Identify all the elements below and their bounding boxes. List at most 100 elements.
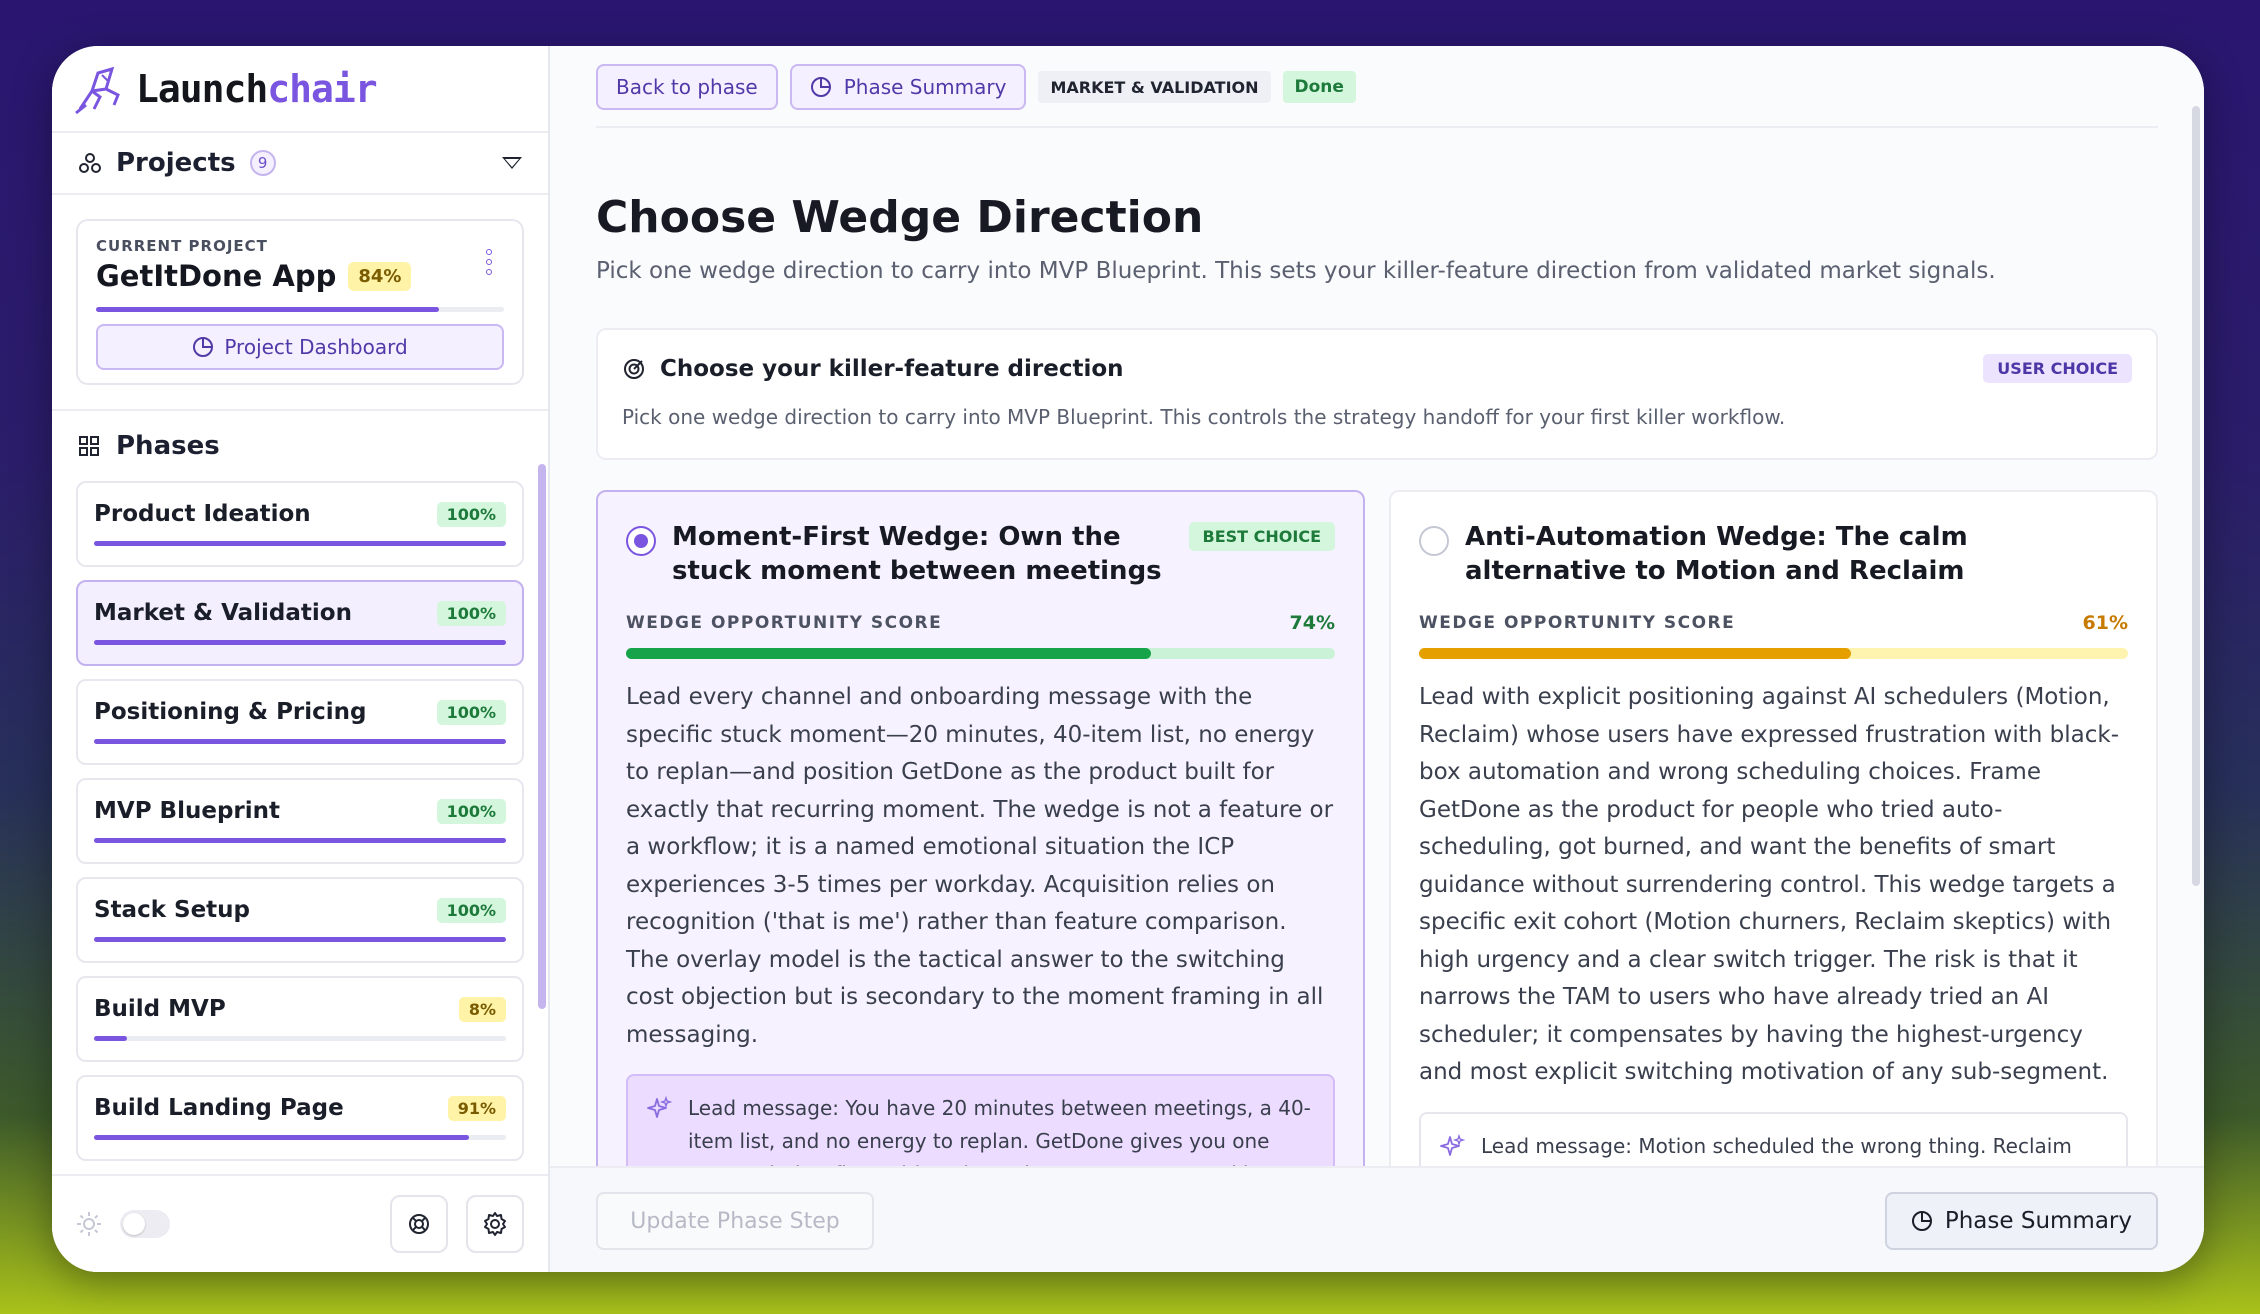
app-window: Launchchair Projects 9 CURRENT PROJECT G… — [52, 46, 2204, 1272]
sparkle-icon — [647, 1096, 672, 1118]
current-project-card: CURRENT PROJECT GetItDone App 84% Projec… — [76, 219, 524, 385]
score-value: 61% — [2082, 612, 2128, 634]
grid-icon — [79, 436, 99, 456]
score-fill — [1419, 648, 1852, 659]
projects-label: Projects — [116, 148, 236, 178]
phase-summary-bottom-label: Phase Summary — [1944, 1208, 2132, 1234]
phase-name: Build MVP — [94, 996, 226, 1022]
progress-fill — [94, 640, 506, 645]
current-project-label: CURRENT PROJECT — [96, 237, 268, 255]
option-radio[interactable] — [626, 526, 656, 556]
phase-progress-bar — [94, 937, 506, 942]
phase-progress-badge: 100% — [436, 699, 506, 725]
phase-summary-label: Phase Summary — [843, 75, 1007, 99]
current-project-name: GetItDone App — [96, 259, 337, 293]
projects-count-badge: 9 — [249, 150, 276, 176]
phase-tag: MARKET & VALIDATION — [1038, 71, 1271, 103]
choice-title: Choose your killer-feature direction — [660, 355, 1124, 382]
phase-progress-bar — [94, 838, 506, 843]
theme-toggle[interactable] — [120, 1210, 170, 1238]
phase-item-build-landing-page[interactable]: Build Landing Page 91% — [76, 1075, 524, 1161]
pie-chart-icon — [810, 77, 831, 97]
more-options-icon[interactable] — [486, 249, 492, 275]
option-description: Lead every channel and onboarding messag… — [626, 684, 1334, 1048]
help-button[interactable] — [390, 1195, 448, 1253]
wedge-options: Moment-First Wedge: Own the stuck moment… — [596, 490, 2158, 1210]
phase-name: Positioning & Pricing — [94, 699, 367, 725]
phase-progress-badge: 91% — [447, 1095, 506, 1121]
back-to-phase-label: Back to phase — [616, 75, 758, 99]
best-choice-badge: BEST CHOICE — [1188, 522, 1335, 551]
option-radio[interactable] — [1419, 526, 1449, 556]
score-label: WEDGE OPPORTUNITY SCORE — [626, 613, 943, 633]
main-content: Back to phase Phase Summary MARKET & VAL… — [550, 46, 2204, 1272]
progress-fill — [96, 307, 439, 312]
pie-chart-icon — [1911, 1211, 1932, 1231]
brand-name-part1: Launch — [136, 66, 268, 111]
target-icon — [624, 358, 644, 379]
phase-progress-bar — [94, 1036, 506, 1041]
phase-progress-badge: 100% — [436, 897, 506, 923]
pie-chart-icon — [193, 337, 214, 357]
progress-fill — [94, 1135, 469, 1140]
settings-button[interactable] — [466, 1195, 524, 1253]
phase-progress-bar — [94, 739, 506, 744]
chair-logo-icon — [75, 66, 120, 114]
sparkle-icon — [1440, 1133, 1465, 1156]
phase-summary-top-button[interactable]: Phase Summary — [789, 64, 1027, 110]
option-title: Anti-Automation Wedge: The calm alternat… — [1465, 522, 1968, 586]
update-phase-step-button[interactable]: Update Phase Step — [596, 1192, 874, 1250]
status-badge: Done — [1282, 71, 1356, 103]
progress-fill — [94, 838, 506, 843]
phase-item-stack-setup[interactable]: Stack Setup 100% — [76, 877, 524, 963]
progress-fill — [94, 1036, 127, 1041]
main-scrollbar[interactable] — [2192, 106, 2200, 886]
current-project-progress: 84% — [348, 261, 412, 291]
phases-header: Phases — [52, 409, 548, 481]
option-description: Lead with explicit positioning against A… — [1419, 684, 2120, 1085]
wedge-option-card[interactable]: Anti-Automation Wedge: The calm alternat… — [1389, 490, 2158, 1210]
update-phase-step-label: Update Phase Step — [630, 1208, 840, 1234]
wedge-option-card[interactable]: Moment-First Wedge: Own the stuck moment… — [596, 490, 1365, 1210]
phase-progress-badge: 100% — [436, 600, 506, 626]
sidebar: Launchchair Projects 9 CURRENT PROJECT G… — [52, 46, 550, 1272]
phase-progress-badge: 100% — [436, 798, 506, 824]
project-dashboard-label: Project Dashboard — [224, 335, 408, 359]
phase-name: Market & Validation — [94, 600, 352, 626]
phase-progress-bar — [94, 1135, 506, 1140]
choice-description: Pick one wedge direction to carry into M… — [622, 405, 1786, 429]
back-to-phase-button[interactable]: Back to phase — [596, 64, 778, 110]
phase-item-product-ideation[interactable]: Product Ideation 100% — [76, 481, 524, 567]
page-title: Choose Wedge Direction — [596, 192, 1204, 243]
score-label: WEDGE OPPORTUNITY SCORE — [1419, 613, 1736, 633]
phase-item-market-validation[interactable]: Market & Validation 100% — [76, 580, 524, 666]
top-toolbar: Back to phase Phase Summary MARKET & VAL… — [596, 64, 2158, 128]
phase-progress-bar — [94, 640, 506, 645]
score-fill — [626, 648, 1151, 659]
current-project-progress-bar — [96, 307, 504, 312]
phase-summary-button[interactable]: Phase Summary — [1884, 1192, 2158, 1250]
sidebar-scrollbar[interactable] — [538, 464, 546, 1009]
phase-list: Product Ideation 100% Market & Validation… — [52, 481, 548, 1171]
sidebar-footer — [52, 1174, 548, 1272]
project-dashboard-button[interactable]: Project Dashboard — [96, 324, 504, 370]
chevron-down-icon[interactable] — [502, 157, 522, 169]
phase-progress-badge: 100% — [436, 501, 506, 527]
projects-icon — [79, 153, 101, 173]
score-bar — [626, 648, 1335, 659]
progress-fill — [94, 739, 506, 744]
brand-name: Launchchair — [136, 66, 378, 111]
user-choice-badge: USER CHOICE — [1983, 354, 2132, 383]
phase-name: MVP Blueprint — [94, 798, 280, 824]
projects-selector[interactable]: Projects 9 — [52, 131, 548, 195]
gear-icon — [484, 1212, 506, 1236]
phase-item-build-mvp[interactable]: Build MVP 8% — [76, 976, 524, 1062]
sun-icon — [77, 1212, 101, 1236]
phases-title: Phases — [116, 431, 220, 461]
option-title: Moment-First Wedge: Own the stuck moment… — [672, 522, 1162, 586]
phase-name: Build Landing Page — [94, 1095, 344, 1121]
progress-fill — [94, 541, 506, 546]
phase-item-positioning-pricing[interactable]: Positioning & Pricing 100% — [76, 679, 524, 765]
logo[interactable]: Launchchair — [52, 46, 548, 131]
phase-item-mvp-blueprint[interactable]: MVP Blueprint 100% — [76, 778, 524, 864]
